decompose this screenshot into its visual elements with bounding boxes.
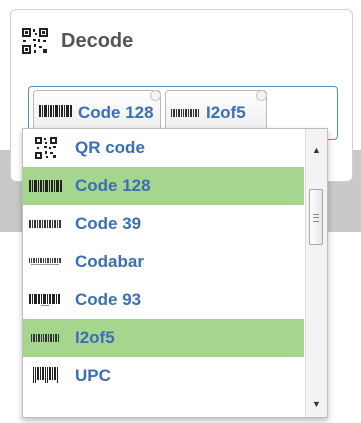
option-qr-code[interactable]: QR code [23,129,304,167]
code-39-barcode-icon [27,214,65,234]
code-128-barcode-icon [27,176,65,196]
qr-code-icon [27,137,65,159]
chip-label: I2of5 [206,103,246,122]
option-codabar[interactable]: Codabar [23,243,304,281]
grip-icon [313,214,319,222]
code-128-barcode-icon [39,104,73,122]
chip-label: Code 128 [78,103,154,122]
dropdown-scrollbar[interactable]: ▲ ▼ [305,129,327,417]
option-upc[interactable]: UPC [23,357,304,395]
scroll-down-arrow-icon[interactable]: ▼ [306,395,327,413]
i2of5-barcode-icon [171,104,201,122]
option-label: I2of5 [75,328,115,347]
option-code-93[interactable]: Code 93 [23,281,304,319]
option-label: Code 39 [75,214,142,233]
option-code-39[interactable]: Code 39 [23,205,304,243]
panel-header: Decode [21,27,133,55]
qr-code-icon [21,27,49,55]
option-label: QR code [75,138,145,157]
option-label: Codabar [75,252,144,271]
scroll-up-arrow-icon[interactable]: ▲ [306,141,327,159]
option-label: Code 93 [75,290,142,309]
code-93-barcode-icon [27,290,65,310]
scrollbar-thumb[interactable] [309,189,323,245]
upc-barcode-icon [27,366,65,386]
panel-title: Decode [61,29,134,52]
option-label: Code 128 [75,176,151,195]
barcode-type-dropdown: QR code Code 128 Code 39 Codabar Code 93… [22,128,328,418]
option-code-128[interactable]: Code 128 [23,167,304,205]
remove-chip-icon[interactable] [150,90,161,101]
codabar-barcode-icon [27,252,65,272]
i2of5-barcode-icon [27,328,65,348]
option-i2of5[interactable]: I2of5 [23,319,304,357]
option-label: UPC [75,366,111,385]
remove-chip-icon[interactable] [256,90,267,101]
